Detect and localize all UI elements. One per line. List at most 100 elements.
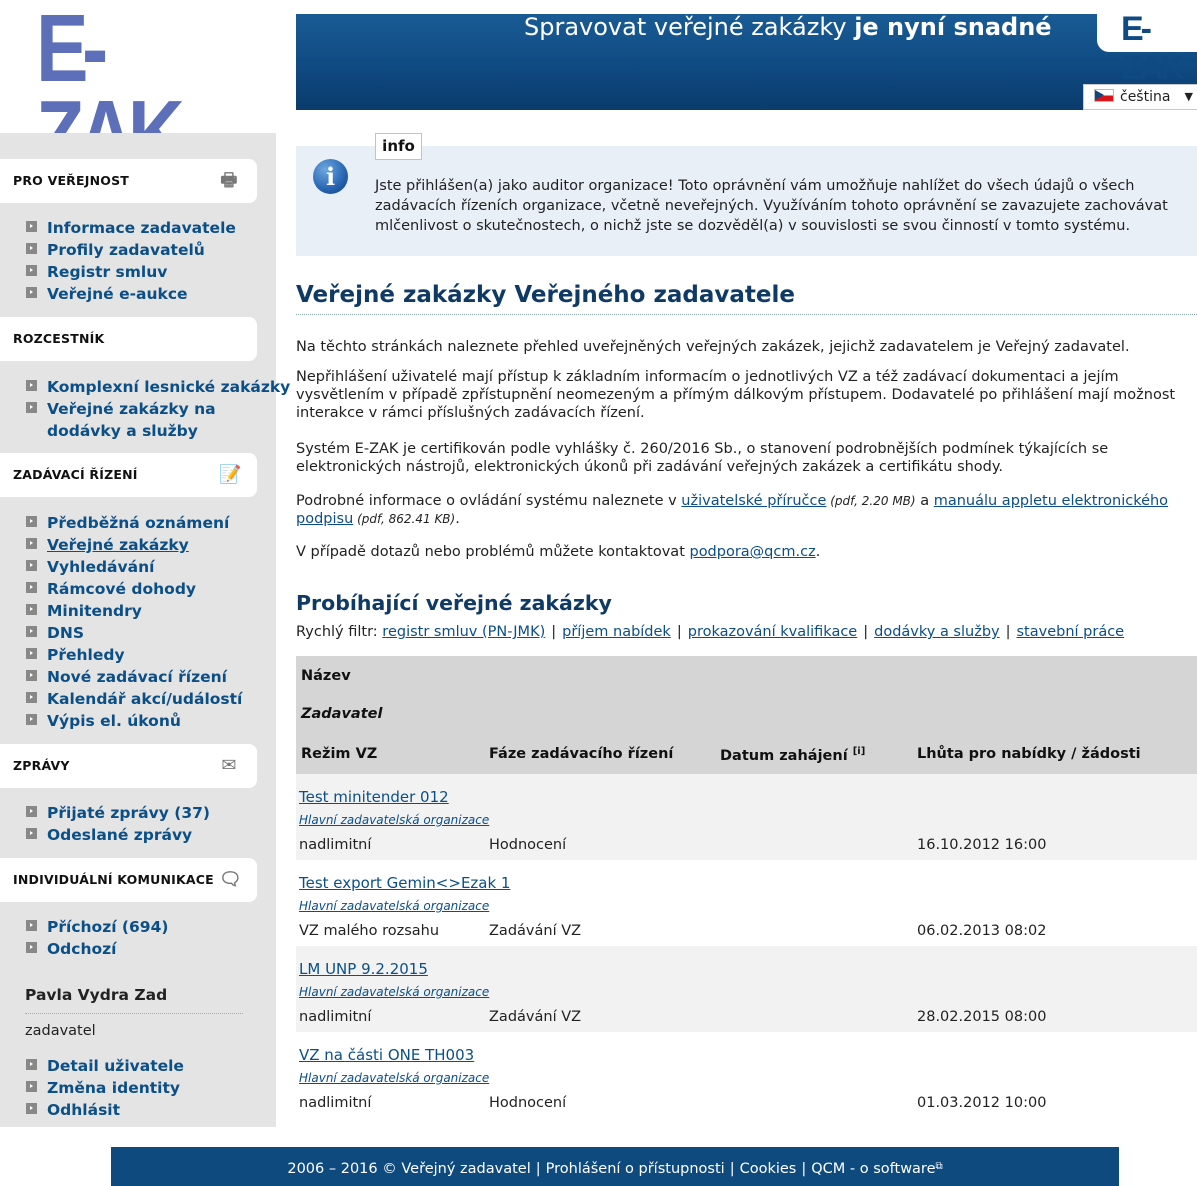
filter-prokazovani-kvalifikace[interactable]: prokazování kvalifikace — [688, 624, 858, 640]
column-header-contracting[interactable]: Zadavatel — [301, 706, 382, 722]
sidebar-list-user: Detail uživatele Změna identity Odhlásit — [26, 1055, 184, 1121]
column-header-deadline[interactable]: Lhůta pro nabídky / žádosti — [917, 746, 1141, 762]
filter-registr-smluv[interactable]: registr smluv (PN-JMK) — [382, 624, 545, 640]
sidebar-item-verejne-e-aukce[interactable]: Veřejné e-aukce — [26, 283, 236, 305]
contracting-org-link[interactable]: Hlavní zadavatelská organizace — [299, 899, 489, 913]
manual-link[interactable]: uživatelské příručce — [681, 493, 826, 509]
manual-paragraph: Podrobné informace o ovládání systému na… — [296, 493, 1169, 527]
chevron-down-icon: ▼ — [1184, 90, 1193, 103]
arrow-bullet-icon — [26, 243, 37, 254]
column-header-start[interactable]: Datum zahájení [i] — [720, 746, 865, 764]
arrow-bullet-icon — [26, 920, 37, 931]
column-header-name[interactable]: Název — [301, 668, 351, 684]
sidebar-item-vyhledavani[interactable]: Vyhledávání — [26, 556, 242, 578]
column-header-mode[interactable]: Režim VZ — [301, 746, 377, 762]
contracting-org-link[interactable]: Hlavní zadavatelská organizace — [299, 985, 489, 999]
sidebar-item-registr-smluv[interactable]: Registr smluv — [26, 261, 236, 283]
contract-deadline: 16.10.2012 16:00 — [917, 837, 1047, 853]
footer-cookies-link[interactable]: Cookies — [740, 1161, 797, 1177]
sidebar-item-minitendry[interactable]: Minitendry — [26, 600, 242, 622]
sidebar-item-informace-zadavatele[interactable]: Informace zadavatele — [26, 217, 236, 239]
external-link-icon: ⧉ — [935, 1161, 943, 1172]
filter-dodavky-a-sluzby[interactable]: dodávky a služby — [874, 624, 999, 640]
arrow-bullet-icon — [26, 942, 37, 953]
sidebar-item-vypis-el-ukonu[interactable]: Výpis el. úkonů — [26, 710, 242, 732]
intro-paragraph: Na těchto stránkách naleznete přehled uv… — [296, 339, 1130, 355]
sidebar-item-odchozi[interactable]: Odchozí — [26, 938, 168, 960]
sidebar-item-kalendar[interactable]: Kalendář akcí/událostí — [26, 688, 242, 710]
contract-mode: nadlimitní — [299, 837, 372, 853]
sidebar-list-komunikace: Příchozí (694) Odchozí — [26, 916, 168, 960]
czech-flag-icon — [1094, 89, 1114, 102]
printer-icon: 🖶 — [220, 170, 238, 191]
contract-deadline: 28.02.2015 08:00 — [917, 1009, 1047, 1025]
running-contracts-title: Probíhající veřejné zakázky — [296, 591, 612, 615]
info-tab: info — [375, 133, 422, 160]
arrow-bullet-icon — [26, 692, 37, 703]
arrow-bullet-icon — [26, 538, 37, 549]
footer-qcm-link[interactable]: QCM - o software — [811, 1161, 935, 1177]
sidebar-list-zadavaci-rizeni: Předběžná oznámení Veřejné zakázky Vyhle… — [26, 512, 242, 732]
contract-name-link[interactable]: VZ na části ONE TH003 — [299, 1046, 474, 1064]
sidebar-item-prehledy[interactable]: Přehledy — [26, 644, 242, 666]
sidebar-item-odeslane-zpravy[interactable]: Odeslané zprávy — [26, 824, 210, 846]
sidebar-item-predbezna-oznameni[interactable]: Předběžná oznámení — [26, 512, 242, 534]
info-text: Jste přihlášen(a) jako auditor organizac… — [375, 178, 1168, 234]
sidebar-item-zmena-identity[interactable]: Změna identity — [26, 1077, 184, 1099]
arrow-bullet-icon — [26, 380, 37, 391]
sidebar-item-detail-uzivatele[interactable]: Detail uživatele — [26, 1055, 184, 1077]
filter-stavebni-prace[interactable]: stavební práce — [1017, 624, 1125, 640]
sidebar-item-prijate-zpravy[interactable]: Přijaté zprávy (37) — [26, 802, 210, 824]
sidebar-section-komunikace: INDIVIDUÁLNÍ KOMUNIKACE 🗨 — [0, 858, 257, 902]
contract-phase: Hodnocení — [489, 837, 567, 853]
arrow-bullet-icon — [26, 265, 37, 276]
banner-logo: E-ZAK — [1121, 14, 1185, 87]
sidebar-item-profily-zadavatelu[interactable]: Profily zadavatelů — [26, 239, 236, 261]
support-email-link[interactable]: podpora@qcm.cz — [689, 544, 815, 560]
table-row: VZ na části ONE TH003 Hlavní zadavatelsk… — [296, 1032, 1197, 1118]
arrow-bullet-icon — [26, 582, 37, 593]
language-label: čeština — [1120, 89, 1171, 105]
contract-phase: Zadávání VZ — [489, 1009, 582, 1025]
contracting-org-link[interactable]: Hlavní zadavatelská organizace — [299, 813, 489, 827]
certification-paragraph: Systém E-ZAK je certifikován podle vyhlá… — [296, 441, 1109, 475]
footer-accessibility-link[interactable]: Prohlášení o přístupnosti — [546, 1161, 725, 1177]
ezak-logo[interactable]: E-ZAK — [36, 1, 223, 183]
sidebar-item-verejne-zakazky-dodavky[interactable]: Veřejné zakázky na dodávky a služby — [26, 398, 256, 442]
arrow-bullet-icon — [26, 648, 37, 659]
sidebar-item-ramcove-dohody[interactable]: Rámcové dohody — [26, 578, 242, 600]
edit-document-icon: 📝 — [219, 464, 242, 485]
sidebar-item-prichozi[interactable]: Příchozí (694) — [26, 916, 168, 938]
contract-mode: nadlimitní — [299, 1095, 372, 1111]
sidebar-item-nove-zadavaci-rizeni[interactable]: Nové zadávací řízení — [26, 666, 242, 688]
table-row: LM UNP 9.2.2015 Hlavní zadavatelská orga… — [296, 946, 1197, 1032]
contract-phase: Hodnocení — [489, 1095, 567, 1111]
contract-name-link[interactable]: Test minitender 012 — [299, 788, 449, 806]
info-hint-icon[interactable]: [i] — [853, 746, 866, 757]
sidebar-item-dns[interactable]: DNS — [26, 622, 242, 644]
header-banner: Spravovat veřejné zakázky je nyní snadné… — [296, 14, 1197, 110]
table-header: Název Zadavatel Režim VZ Fáze zadávacího… — [296, 656, 1197, 774]
arrow-bullet-icon — [26, 221, 37, 232]
filter-prijem-nabidek[interactable]: příjem nabídek — [562, 624, 671, 640]
page-title: Veřejné zakázky Veřejného zadavatele — [296, 282, 1197, 315]
arrow-bullet-icon — [26, 1059, 37, 1070]
sidebar-item-verejne-zakazky[interactable]: Veřejné zakázky — [26, 534, 242, 556]
contract-deadline: 06.02.2013 08:02 — [917, 923, 1047, 939]
arrow-bullet-icon — [26, 670, 37, 681]
arrow-bullet-icon — [26, 560, 37, 571]
contract-name-link[interactable]: LM UNP 9.2.2015 — [299, 960, 428, 978]
column-header-phase[interactable]: Fáze zadávacího řízení — [489, 746, 673, 762]
user-divider — [25, 1013, 243, 1014]
contact-paragraph: V případě dotazů nebo problémů můžete ko… — [296, 544, 821, 560]
table-row: Test minitender 012 Hlavní zadavatelská … — [296, 774, 1197, 860]
sidebar-section-zadavaci-rizeni: ZADÁVACÍ ŘÍZENÍ 📝 — [0, 453, 257, 497]
sidebar-item-odhlasit[interactable]: Odhlásit — [26, 1099, 184, 1121]
sidebar-item-komplexni-lesnicke-zakazky[interactable]: Komplexní lesnické zakázky — [26, 376, 290, 398]
contract-name-link[interactable]: Test export Gemin<>Ezak 1 — [299, 874, 510, 892]
contracting-org-link[interactable]: Hlavní zadavatelská organizace — [299, 1071, 489, 1085]
contract-mode: nadlimitní — [299, 1009, 372, 1025]
language-select[interactable]: čeština ▼ — [1083, 84, 1197, 110]
envelope-icon: ✉ — [221, 755, 237, 776]
arrow-bullet-icon — [26, 806, 37, 817]
